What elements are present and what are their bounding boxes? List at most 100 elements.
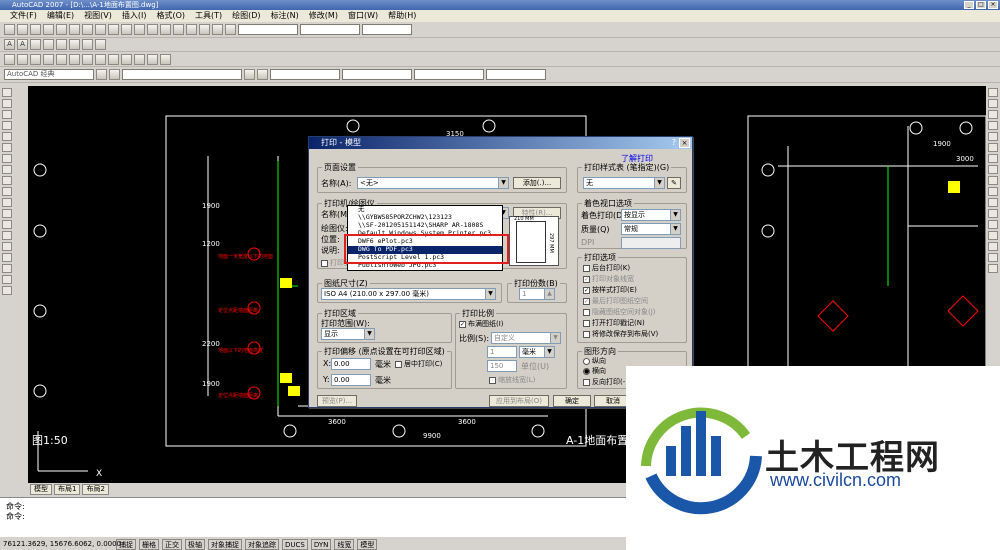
menu-file[interactable]: 文件(F) bbox=[10, 10, 37, 22]
dpi-input[interactable] bbox=[621, 237, 681, 249]
move-icon[interactable] bbox=[988, 143, 998, 152]
publish-icon[interactable] bbox=[69, 24, 80, 35]
scale-select[interactable]: 自定义 ▼ bbox=[491, 332, 561, 344]
leader-icon[interactable] bbox=[134, 53, 145, 65]
print-icon[interactable] bbox=[43, 24, 54, 35]
status-grid[interactable]: 栅格 bbox=[139, 539, 159, 550]
menu-insert[interactable]: 插入(I) bbox=[122, 10, 147, 22]
tab-model[interactable]: 模型 bbox=[30, 484, 52, 495]
find-icon[interactable] bbox=[43, 39, 54, 50]
justify-icon[interactable] bbox=[82, 39, 93, 50]
scale-unit-select[interactable]: 毫米 ▼ bbox=[519, 346, 555, 358]
scale-units-input[interactable]: 150 bbox=[487, 360, 517, 372]
plot-style-select[interactable]: 无 ▼ bbox=[583, 177, 665, 189]
upside-down-checkbox[interactable]: 反向打印(-) bbox=[583, 378, 628, 387]
quick-dim-icon[interactable] bbox=[95, 53, 106, 65]
paper-size-select[interactable]: ISO A4 (210.00 x 297.00 毫米) ▼ bbox=[321, 288, 496, 300]
make-current-icon[interactable] bbox=[244, 69, 255, 80]
layer-select[interactable] bbox=[122, 69, 242, 80]
status-osnap[interactable]: 对象捕捉 bbox=[208, 539, 242, 550]
construction-line-icon[interactable] bbox=[2, 99, 12, 108]
dim-angular-icon[interactable] bbox=[82, 53, 93, 65]
portrait-radio[interactable]: 纵向 bbox=[583, 357, 606, 366]
preview-icon[interactable] bbox=[56, 24, 67, 35]
polyline-icon[interactable] bbox=[2, 110, 12, 119]
printer-option[interactable]: \\GYBWS85PORZCHW2\123123 bbox=[348, 214, 502, 222]
status-otrack[interactable]: 对象追踪 bbox=[245, 539, 279, 550]
plot-with-styles-checkbox[interactable]: ✓ 按样式打印(E) bbox=[583, 286, 637, 295]
center-mark-icon[interactable] bbox=[160, 53, 171, 65]
dim-baseline-icon[interactable] bbox=[108, 53, 119, 65]
undo-icon[interactable] bbox=[134, 24, 145, 35]
spline-icon[interactable] bbox=[2, 176, 12, 185]
minimize-button[interactable]: _ bbox=[964, 1, 974, 9]
status-ortho[interactable]: 正交 bbox=[162, 539, 182, 550]
linetype-select[interactable] bbox=[342, 69, 412, 80]
dim-continue-icon[interactable] bbox=[121, 53, 132, 65]
point-icon[interactable] bbox=[2, 231, 12, 240]
copy-object-icon[interactable] bbox=[988, 99, 998, 108]
layer-manager-icon[interactable] bbox=[96, 69, 107, 80]
maximize-button[interactable]: □ bbox=[976, 1, 986, 9]
rectangle-icon[interactable] bbox=[2, 132, 12, 141]
mtext-draw-icon[interactable] bbox=[2, 286, 12, 295]
insert-block-icon[interactable] bbox=[2, 209, 12, 218]
line-icon[interactable] bbox=[2, 88, 12, 97]
break-point-icon[interactable] bbox=[988, 209, 998, 218]
edit-text-icon[interactable] bbox=[30, 39, 41, 50]
make-block-icon[interactable] bbox=[2, 220, 12, 229]
printer-option[interactable]: \\SF-201205151142\SHARP AR-1808S bbox=[348, 222, 502, 230]
arc-icon[interactable] bbox=[2, 143, 12, 152]
ellipse-arc-icon[interactable] bbox=[2, 198, 12, 207]
menu-tools[interactable]: 工具(T) bbox=[195, 10, 222, 22]
join-icon[interactable] bbox=[988, 231, 998, 240]
offset-icon[interactable] bbox=[988, 121, 998, 130]
dim-ordinate-icon[interactable] bbox=[43, 53, 54, 65]
circle-icon[interactable] bbox=[2, 154, 12, 163]
plot-what-select[interactable]: 显示 ▼ bbox=[321, 328, 375, 340]
status-lwt[interactable]: 线宽 bbox=[334, 539, 355, 550]
new-icon[interactable] bbox=[4, 24, 15, 35]
help-icon[interactable] bbox=[225, 24, 236, 35]
fit-to-paper-checkbox[interactable]: ✓ 布满图纸(I) bbox=[459, 320, 504, 329]
spell-icon[interactable] bbox=[56, 39, 67, 50]
calculator-icon[interactable] bbox=[212, 24, 223, 35]
dim-linear-icon[interactable] bbox=[4, 53, 15, 65]
dialog-close-button[interactable]: × bbox=[679, 138, 690, 148]
save-to-layout-checkbox[interactable]: 将修改保存到布局(V) bbox=[583, 330, 658, 339]
menu-help[interactable]: 帮助(H) bbox=[388, 10, 416, 22]
apply-to-layout-button[interactable]: 应用到布局(O) bbox=[489, 395, 549, 407]
plot-lineweights-checkbox[interactable]: ✓ 打印对象线宽 bbox=[583, 275, 634, 284]
erase-icon[interactable] bbox=[988, 88, 998, 97]
menu-modify[interactable]: 修改(M) bbox=[309, 10, 338, 22]
redo-icon[interactable] bbox=[147, 24, 158, 35]
offset-y-input[interactable]: 0.00 bbox=[331, 374, 371, 386]
quality-select[interactable]: 常规 ▼ bbox=[621, 223, 681, 235]
scale-mm-input[interactable]: 1 bbox=[487, 346, 517, 358]
status-snap[interactable]: 捕捉 bbox=[116, 539, 136, 550]
layer-previous-icon[interactable] bbox=[257, 69, 268, 80]
table-icon[interactable] bbox=[2, 275, 12, 284]
hatch-icon[interactable] bbox=[2, 242, 12, 251]
status-polar[interactable]: 极轴 bbox=[185, 539, 205, 550]
plot-paperspace-last-checkbox[interactable]: ✓ 最后打印图纸空间 bbox=[583, 297, 648, 306]
close-button[interactable]: × bbox=[988, 1, 998, 9]
tab-layout1[interactable]: 布局1 bbox=[54, 484, 81, 495]
menu-view[interactable]: 视图(V) bbox=[84, 10, 112, 22]
fillet-icon[interactable] bbox=[988, 253, 998, 262]
gradient-icon[interactable] bbox=[2, 253, 12, 262]
dim-radius-icon[interactable] bbox=[56, 53, 67, 65]
menu-edit[interactable]: 编辑(E) bbox=[47, 10, 74, 22]
paste-icon[interactable] bbox=[108, 24, 119, 35]
add-page-setup-button[interactable]: 添加(.)... bbox=[513, 177, 561, 189]
rotate-icon[interactable] bbox=[988, 154, 998, 163]
plot-stamp-checkbox[interactable]: 打开打印戳记(N) bbox=[583, 319, 645, 328]
lineweight-select[interactable] bbox=[414, 69, 484, 80]
mtext-icon[interactable]: A bbox=[17, 39, 28, 50]
status-ducs[interactable]: DUCS bbox=[282, 539, 308, 550]
mirror-icon[interactable] bbox=[988, 110, 998, 119]
status-dyn[interactable]: DYN bbox=[310, 539, 332, 550]
properties-icon[interactable] bbox=[186, 24, 197, 35]
workspace-select[interactable]: AutoCAD 经典 bbox=[4, 69, 94, 80]
ok-button[interactable]: 确定 bbox=[553, 395, 591, 407]
